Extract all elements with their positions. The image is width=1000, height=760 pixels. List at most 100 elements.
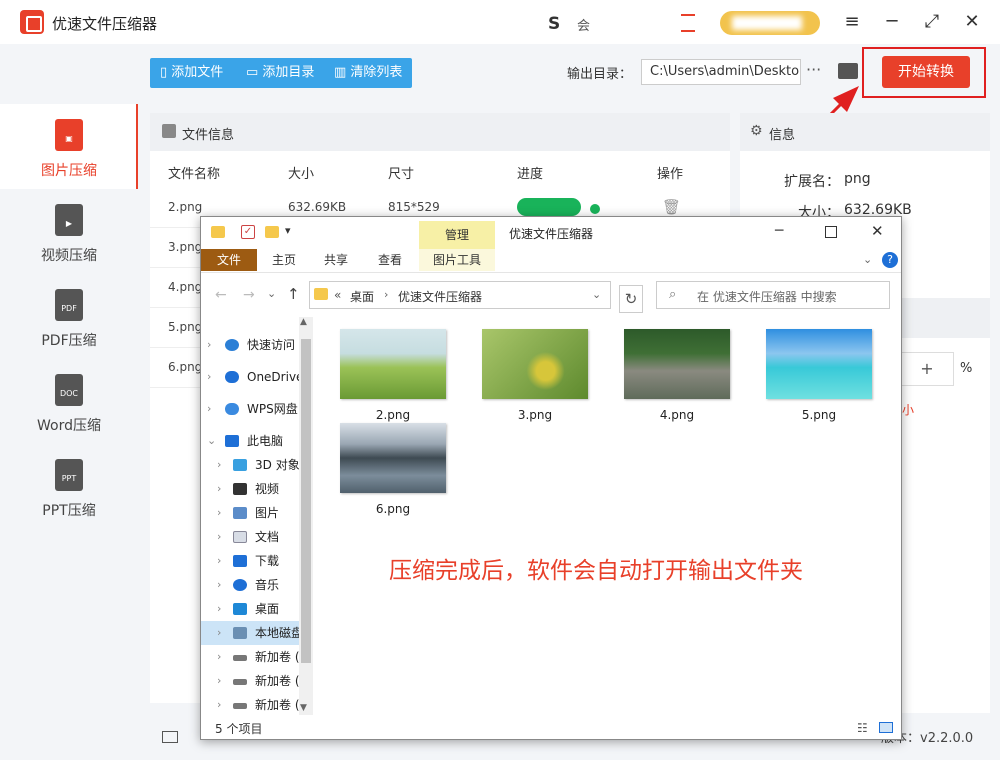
col-progress: 进度 [517, 167, 544, 182]
tree-item-onedrive[interactable]: › OneDrive [201, 365, 313, 389]
tree-scroll-thumb[interactable] [301, 339, 311, 663]
tab-home[interactable]: 主页 [261, 249, 307, 271]
user-account-pill[interactable] [720, 11, 820, 35]
tab-view[interactable]: 查看 [367, 249, 413, 271]
minimize-button[interactable]: ─ [775, 223, 783, 239]
tree-item-pictures[interactable]: › 图片 [201, 501, 313, 525]
sidebar-item-word[interactable]: DOC Word压缩 [0, 359, 138, 444]
search-input[interactable]: ⌕ 在 优速文件压缩器 中搜索 [656, 281, 890, 309]
disk-icon [233, 627, 247, 639]
tree-item-quick-access[interactable]: › 快速访问 [201, 333, 313, 357]
properties-icon[interactable]: ✓ [241, 225, 255, 239]
tree-item-music[interactable]: › 音乐 [201, 573, 313, 597]
refresh-icon[interactable]: ↻ [619, 285, 643, 313]
large-icons-view-icon[interactable] [879, 722, 893, 733]
tree-item-local-disk[interactable]: › 本地磁盘 [201, 621, 313, 645]
image-preview [340, 329, 446, 399]
app-title: 优速文件压缩器 [52, 15, 158, 33]
tree-item-documents[interactable]: › 文档 [201, 525, 313, 549]
menu-icon[interactable]: ≡ [840, 10, 864, 34]
ribbon-expand-icon[interactable]: ⌄ [863, 253, 872, 266]
recent-dropdown-icon[interactable]: ⌄ [267, 287, 276, 300]
details-view-icon[interactable]: ☷ [857, 721, 868, 735]
open-folder-icon[interactable] [838, 63, 858, 79]
back-icon[interactable]: ← [215, 287, 227, 303]
sidebar-item-label: 图片压缩 [41, 163, 97, 179]
file-name: 4.png [168, 280, 203, 294]
up-icon[interactable]: ↑ [287, 285, 300, 303]
document-icon [233, 531, 247, 543]
nav-tree: › 快速访问 › OneDrive › WPS网盘 ⌄ 此电脑 › 3D 对象 › 视频 ›… [201, 317, 313, 715]
sidebar-item-ppt[interactable]: PPT PPT压缩 [0, 444, 138, 529]
close-button[interactable]: ✕ [960, 10, 984, 34]
scroll-up-icon[interactable]: ▲ [300, 317, 307, 327]
highlight-box [862, 47, 986, 98]
search-placeholder: 在 优速文件压缩器 中搜索 [697, 290, 837, 304]
output-dir-input[interactable]: C:\Users\admin\Desktop [641, 59, 801, 85]
sidebar-item-pdf[interactable]: PDF PDF压缩 [0, 274, 138, 359]
sidebar-item-image[interactable]: ▣ 图片压缩 [0, 104, 138, 189]
manage-tab[interactable]: 管理 [419, 221, 495, 249]
close-button[interactable]: ✕ [871, 222, 884, 240]
maximize-button[interactable] [825, 226, 837, 238]
cube-icon [233, 459, 247, 471]
trash-icon[interactable]: 🗑 [662, 198, 681, 216]
new-folder-icon[interactable] [265, 226, 279, 238]
tab-picture-tools[interactable]: 图片工具 [419, 249, 495, 271]
add-dir-label: 添加目录 [262, 65, 315, 80]
clear-list-button[interactable]: ▥ 清除列表 [334, 58, 402, 88]
file-thumbnail[interactable]: 2.png [339, 329, 447, 422]
ext-label: 扩展名： [784, 174, 840, 190]
history-dropdown-icon[interactable]: ⌄ [592, 288, 601, 301]
add-dir-button[interactable]: ▭ 添加目录 [246, 58, 314, 88]
tree-item-wps[interactable]: › WPS网盘 [201, 397, 313, 421]
overflow-icon[interactable]: « [334, 288, 341, 302]
doc-file-icon: DOC [55, 374, 83, 406]
tree-item-volume[interactable]: › 新加卷 ( [201, 645, 313, 669]
tree-item-volume[interactable]: › 新加卷 ( [201, 669, 313, 693]
add-file-button[interactable]: ▯ 添加文件 [160, 58, 223, 88]
sidebar-item-label: PPT压缩 [42, 503, 96, 519]
minimize-button[interactable]: ─ [880, 10, 904, 34]
image-file-icon: ▣ [55, 119, 83, 151]
increase-button[interactable]: + [900, 352, 954, 386]
image-icon [162, 124, 176, 138]
col-name: 文件名称 [168, 167, 221, 182]
file-toolbar: ▯ 添加文件 ▭ 添加目录 ▥ 清除列表 [150, 58, 412, 88]
crumb-desktop[interactable]: 桌面 [350, 288, 374, 305]
forward-icon[interactable]: → [243, 287, 255, 303]
scroll-down-icon[interactable]: ▼ [300, 703, 307, 713]
clear-list-label: 清除列表 [350, 65, 403, 80]
tree-item-this-pc[interactable]: ⌄ 此电脑 [201, 429, 313, 453]
tree-item-volume[interactable]: › 新加卷 ( [201, 693, 313, 717]
sidebar-item-label: 视频压缩 [41, 248, 97, 264]
website-icon[interactable] [162, 731, 178, 743]
address-bar[interactable]: « 桌面 › 优速文件压缩器 ⌄ [309, 281, 611, 309]
crumb-folder[interactable]: 优速文件压缩器 [398, 288, 482, 305]
help-icon[interactable]: ? [882, 252, 898, 268]
folder-icon [211, 226, 225, 238]
search-icon: ⌕ [669, 287, 677, 302]
gear-icon: ⚙ [750, 123, 763, 139]
tree-item-downloads[interactable]: › 下载 [201, 549, 313, 573]
file-thumbnail[interactable]: 5.png [765, 329, 873, 422]
annotation-text: 压缩完成后，软件会自动打开输出文件夹 [389, 558, 803, 584]
status-text: 会 [577, 19, 591, 34]
maximize-button[interactable]: ⤢ [920, 10, 944, 34]
file-name: 5.png [168, 320, 203, 334]
tree-item-3d[interactable]: › 3D 对象 [201, 453, 313, 477]
file-thumbnail[interactable]: 4.png [623, 329, 731, 422]
tree-item-videos[interactable]: › 视频 [201, 477, 313, 501]
file-dim: 815*529 [388, 200, 440, 214]
sidebar-item-video[interactable]: ▶ 视频压缩 [0, 189, 138, 274]
more-options-icon[interactable]: ··· [806, 60, 821, 79]
tab-share[interactable]: 共享 [313, 249, 359, 271]
col-dim: 尺寸 [388, 167, 415, 182]
tree-item-desktop[interactable]: › 桌面 [201, 597, 313, 621]
file-panel-header: 文件信息 [150, 113, 730, 151]
tab-file[interactable]: 文件 [201, 249, 257, 271]
file-thumbnail[interactable]: 3.png [481, 329, 589, 422]
quick-access-dropdown-icon[interactable]: ▾ [285, 224, 291, 237]
file-thumbnail[interactable]: 6.png [339, 423, 447, 516]
file-name: 2.png [168, 200, 203, 214]
